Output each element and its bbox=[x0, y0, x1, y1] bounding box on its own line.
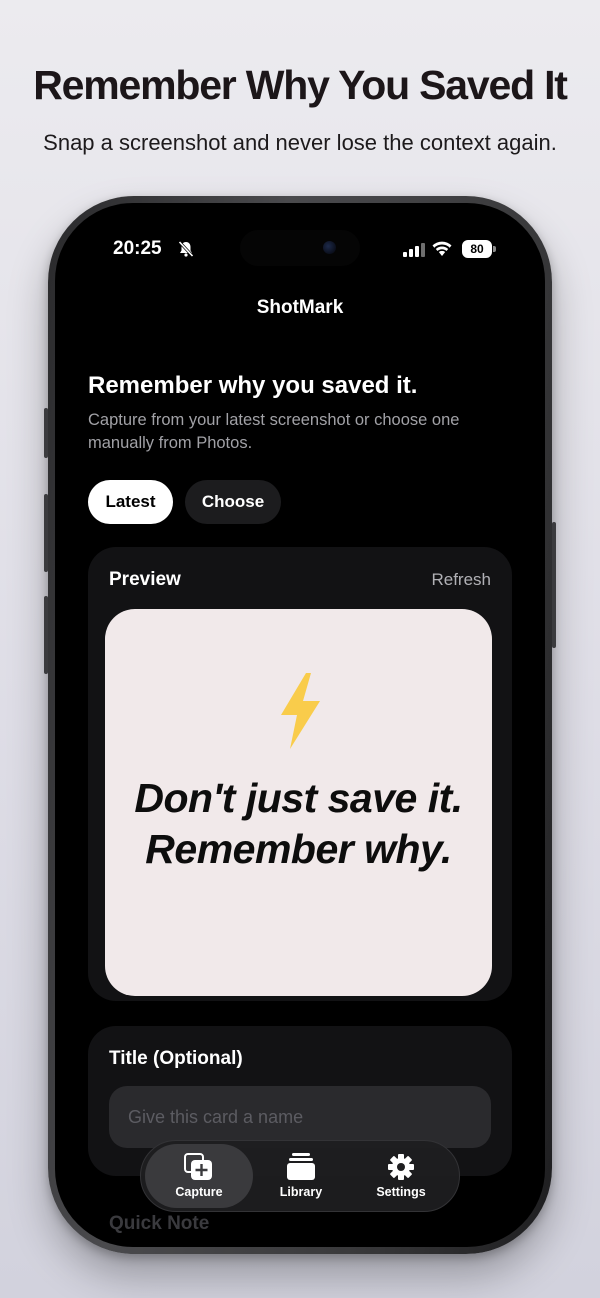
title-input[interactable]: Give this card a name bbox=[109, 1086, 491, 1148]
signal-icon bbox=[403, 243, 425, 257]
volume-down-button bbox=[44, 596, 48, 674]
tab-settings[interactable]: Settings bbox=[347, 1141, 455, 1211]
preview-card: Preview Refresh Don't just save it. Reme… bbox=[88, 547, 512, 1001]
tab-capture-label: Capture bbox=[175, 1185, 223, 1199]
capture-description: Capture from your latest screenshot or c… bbox=[88, 411, 460, 452]
phone-frame: 20:25 80 ShotMark Remember why you saved… bbox=[44, 196, 556, 1254]
dynamic-island bbox=[240, 230, 360, 266]
library-stack-icon bbox=[287, 1153, 315, 1180]
power-button bbox=[552, 522, 556, 648]
screenshot-preview-image[interactable]: Don't just save it. Remember why. bbox=[105, 609, 492, 996]
battery-icon bbox=[493, 246, 496, 252]
preview-text-line1: Don't just save it. bbox=[134, 775, 463, 821]
tab-library-label: Library bbox=[279, 1185, 323, 1199]
title-field-label: Title (Optional) bbox=[109, 1048, 243, 1069]
camera-icon bbox=[323, 241, 336, 254]
promo-subtitle: Snap a screenshot and never lose the con… bbox=[43, 130, 557, 155]
promo-title: Remember Why You Saved It bbox=[33, 62, 568, 108]
battery-indicator: 80 bbox=[462, 240, 492, 258]
volume-up-button bbox=[44, 494, 48, 572]
tab-settings-label: Settings bbox=[376, 1185, 426, 1199]
app-title: ShotMark bbox=[256, 297, 344, 318]
tab-bar: Capture Library Settings bbox=[140, 1140, 460, 1212]
segment-choose-button[interactable]: Choose bbox=[185, 480, 281, 524]
action-button bbox=[44, 408, 48, 458]
preview-image-text: Don't just save it. Remember why. bbox=[105, 773, 492, 875]
quick-note-label: Quick Note bbox=[109, 1213, 210, 1234]
status-time: 20:25 bbox=[113, 238, 162, 259]
preview-text-line2: Remember why. bbox=[145, 826, 452, 872]
preview-title: Preview bbox=[109, 569, 181, 590]
bell-slash-icon bbox=[178, 240, 194, 258]
wifi-icon bbox=[432, 241, 452, 256]
gear-icon bbox=[388, 1154, 414, 1180]
refresh-button[interactable]: Refresh bbox=[431, 570, 491, 590]
phone-screen: 20:25 80 ShotMark Remember why you saved… bbox=[55, 203, 545, 1247]
tab-library[interactable]: Library bbox=[247, 1141, 355, 1211]
capture-heading: Remember why you saved it. bbox=[88, 372, 418, 399]
segment-latest-button[interactable]: Latest bbox=[88, 480, 173, 524]
capture-plus-icon bbox=[184, 1153, 212, 1180]
tab-capture[interactable]: Capture bbox=[145, 1144, 253, 1208]
lightning-bolt-icon bbox=[281, 673, 320, 749]
